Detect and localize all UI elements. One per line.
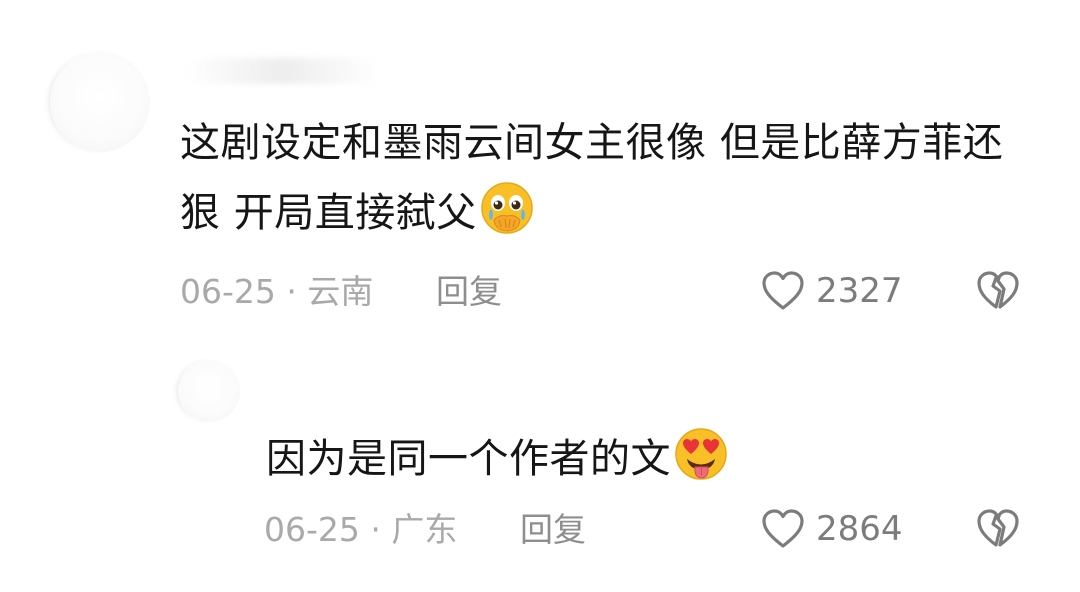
like-count: 2327 bbox=[816, 271, 903, 311]
comment-body: 这剧设定和墨雨云间女主很像 但是比薛方菲还狠 开局直接弑父 bbox=[180, 108, 1020, 248]
reply-button[interactable]: 回复 bbox=[520, 510, 586, 550]
comment-text: 这剧设定和墨雨云间女主很像 但是比薛方菲还狠 开局直接弑父 bbox=[180, 120, 1004, 236]
crying-face-emoji bbox=[480, 182, 533, 234]
comment-date-location: 06-25 · 广东 bbox=[264, 510, 458, 549]
like-button[interactable]: 2864 bbox=[760, 506, 903, 552]
username-blurred[interactable] bbox=[185, 58, 380, 84]
heart-outline-icon bbox=[762, 509, 804, 548]
broken-heart-icon[interactable] bbox=[975, 506, 1021, 552]
comment-text: 因为是同一个作者的文 bbox=[266, 436, 671, 482]
comment-thread: 这剧设定和墨雨云间女主很像 但是比薛方菲还狠 开局直接弑父 06-25 · 云南… bbox=[0, 0, 1080, 592]
like-count: 2864 bbox=[816, 509, 903, 549]
broken-heart-icon[interactable] bbox=[975, 268, 1021, 314]
like-button[interactable]: 2327 bbox=[760, 268, 903, 314]
comment-body: 因为是同一个作者的文 bbox=[266, 424, 986, 494]
avatar[interactable] bbox=[178, 360, 240, 422]
reply-button[interactable]: 回复 bbox=[436, 272, 502, 312]
heart-eyes-emoji bbox=[675, 428, 727, 480]
comment-date-location: 06-25 · 云南 bbox=[180, 272, 374, 311]
avatar[interactable] bbox=[50, 52, 150, 152]
heart-outline-icon bbox=[762, 271, 804, 310]
